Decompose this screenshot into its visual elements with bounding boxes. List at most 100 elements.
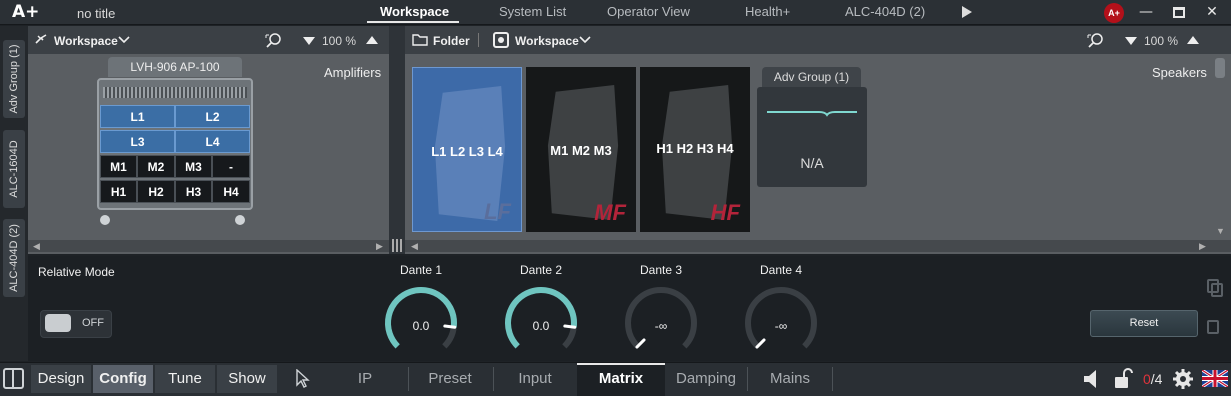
rack-row: M1 M2 M3 - xyxy=(100,155,250,178)
gear-icon[interactable] xyxy=(1172,368,1194,390)
workspace-dropdown-label[interactable]: Workspace xyxy=(515,34,579,48)
speakers-scrollbar[interactable] xyxy=(405,240,1231,252)
tab-separator xyxy=(832,367,833,391)
workspace-tool-icon[interactable] xyxy=(34,33,48,47)
zoom-level: 100 % xyxy=(322,34,357,48)
adv-group-value: N/A xyxy=(800,155,824,171)
unlock-icon[interactable] xyxy=(1113,367,1133,391)
dante-1-label: Dante 1 xyxy=(399,263,443,277)
sidebar-toggle-icon[interactable] xyxy=(3,368,24,389)
reset-button[interactable]: Reset xyxy=(1090,310,1198,337)
user-avatar[interactable]: A+ xyxy=(1104,3,1124,23)
dante-4-label: Dante 4 xyxy=(759,263,803,277)
workspace-select-icon[interactable] xyxy=(493,32,509,48)
rack-title: LVH-906 AP-100 xyxy=(130,60,220,74)
tab-preset[interactable]: Preset xyxy=(415,370,485,387)
side-tab-alc-1604d[interactable]: ALC-1604D xyxy=(3,130,25,208)
mode-config[interactable]: Config xyxy=(93,365,153,393)
tab-operator-view[interactable]: Operator View xyxy=(607,4,690,19)
speaker-hf[interactable]: H1 H2 H3 H4 HF xyxy=(640,67,750,232)
speaker-mf[interactable]: M1 M2 M3 MF xyxy=(526,67,636,232)
amp-channel-empty[interactable]: - xyxy=(212,155,250,178)
speaker-channels: M1 M2 M3 xyxy=(550,143,612,158)
mode-design[interactable]: Design xyxy=(31,365,91,393)
panel-splitter[interactable] xyxy=(389,26,405,254)
mode-show[interactable]: Show xyxy=(217,365,277,393)
amp-channel-l4[interactable]: L4 xyxy=(175,130,250,153)
language-flag-icon[interactable] xyxy=(1202,370,1228,387)
amplifiers-scrollbar[interactable] xyxy=(28,240,389,252)
zoom-in-icon[interactable] xyxy=(1187,36,1199,44)
amp-channel-m1[interactable]: M1 xyxy=(100,155,137,178)
splitter-grip-icon[interactable] xyxy=(392,239,402,252)
tab-ip[interactable]: IP xyxy=(330,370,400,387)
amp-channel-h2[interactable]: H2 xyxy=(137,180,175,203)
tab-mains[interactable]: Mains xyxy=(755,370,825,387)
rack-grille xyxy=(103,87,247,98)
tab-damping[interactable]: Damping xyxy=(670,370,742,387)
side-tab-alc-404d[interactable]: ALC-404D (2) xyxy=(3,219,25,297)
minimize-icon[interactable]: — xyxy=(1137,3,1155,21)
speaker-lf[interactable]: L1 L2 L3 L4 LF xyxy=(412,67,522,232)
tab-alc-404d[interactable]: ALC-404D (2) xyxy=(845,4,925,19)
app-logo: A+ xyxy=(12,2,40,22)
paste-icon[interactable] xyxy=(1207,320,1219,334)
play-icon[interactable] xyxy=(962,6,972,18)
tab-matrix[interactable]: Matrix xyxy=(585,370,657,387)
scroll-left-icon[interactable]: ◀ xyxy=(33,241,40,252)
tab-separator xyxy=(493,367,494,391)
side-tab-label: ALC-1604D xyxy=(8,140,20,198)
speaker-mute-icon[interactable] xyxy=(1082,368,1102,390)
zoom-out-icon[interactable] xyxy=(1125,37,1137,45)
close-icon[interactable]: ✕ xyxy=(1203,3,1221,21)
relative-mode-label: Relative Mode xyxy=(38,265,115,279)
tab-input[interactable]: Input xyxy=(500,370,570,387)
amp-channel-l3[interactable]: L3 xyxy=(100,130,175,153)
toggle-state: OFF xyxy=(82,317,104,329)
amp-channel-m2[interactable]: M2 xyxy=(137,155,175,178)
folder-button-label[interactable]: Folder xyxy=(433,34,470,48)
rack-row: L1 L2 xyxy=(100,105,250,128)
tab-separator xyxy=(408,367,409,391)
scroll-right-icon[interactable]: ▶ xyxy=(376,241,383,252)
speakers-section-label: Speakers xyxy=(1152,65,1207,80)
speaker-band-tag: HF xyxy=(710,200,740,225)
side-tab-adv-group[interactable]: Adv Group (1) xyxy=(3,40,25,118)
vertical-scroll-thumb[interactable] xyxy=(1215,58,1225,78)
amp-channel-h1[interactable]: H1 xyxy=(100,180,137,203)
adv-group-title[interactable]: Adv Group (1) xyxy=(762,67,861,87)
speaker-channels: L1 L2 L3 L4 xyxy=(431,144,503,159)
zoom-level: 100 % xyxy=(1144,34,1179,48)
zoom-fit-icon[interactable] xyxy=(265,32,283,49)
workspace-dropdown-label[interactable]: Workspace xyxy=(54,34,118,48)
amp-channel-l1[interactable]: L1 xyxy=(100,105,175,128)
dante-2-label: Dante 2 xyxy=(519,263,563,277)
amp-channel-m3[interactable]: M3 xyxy=(175,155,212,178)
amp-channel-l2[interactable]: L2 xyxy=(175,105,250,128)
tab-system-list[interactable]: System List xyxy=(499,4,566,19)
amplifiers-section-label: Amplifiers xyxy=(324,65,382,80)
folder-icon[interactable] xyxy=(412,33,428,46)
scroll-down-icon[interactable]: ▼ xyxy=(1216,226,1225,236)
zoom-in-icon[interactable] xyxy=(366,36,378,44)
dante-1-value: 0.0 xyxy=(412,319,430,333)
maximize-icon[interactable] xyxy=(1170,3,1188,21)
mode-tune[interactable]: Tune xyxy=(155,365,215,393)
amp-channel-h3[interactable]: H3 xyxy=(175,180,212,203)
rack-row: L3 L4 xyxy=(100,130,250,153)
zoom-out-icon[interactable] xyxy=(303,37,315,45)
amp-channel-h4[interactable]: H4 xyxy=(212,180,250,203)
dante-4-value: -∞ xyxy=(774,319,788,333)
toggle-knob[interactable] xyxy=(45,314,71,332)
speaker-channels: H1 H2 H3 H4 xyxy=(656,141,734,156)
tab-workspace[interactable]: Workspace xyxy=(380,4,449,19)
chevron-down-icon[interactable] xyxy=(118,36,130,44)
scroll-left-icon[interactable]: ◀ xyxy=(411,241,418,252)
zoom-fit-icon[interactable] xyxy=(1087,32,1105,49)
scroll-right-icon[interactable]: ▶ xyxy=(1199,241,1206,252)
tab-health[interactable]: Health+ xyxy=(745,4,790,19)
adv-group-tile[interactable] xyxy=(757,87,867,187)
pointer-icon[interactable] xyxy=(295,369,311,389)
chevron-down-icon[interactable] xyxy=(579,36,591,44)
copy-icon-back xyxy=(1211,283,1223,297)
